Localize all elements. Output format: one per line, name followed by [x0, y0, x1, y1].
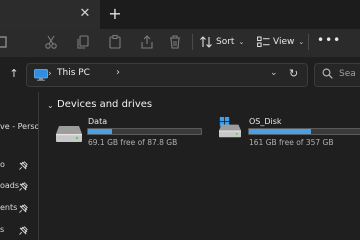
view-button[interactable]: View ⌄ — [257, 33, 304, 51]
nav-item-onedrive[interactable]: ve - Perso — [0, 122, 39, 136]
chevron-right-icon[interactable]: › — [116, 67, 120, 78]
chevron-right-icon[interactable]: › — [48, 69, 52, 79]
close-tab-icon[interactable]: ✕ — [78, 7, 92, 21]
sort-label: Sort — [216, 37, 235, 47]
drive-usage-fill — [249, 129, 312, 134]
nav-pane-divider[interactable] — [38, 92, 39, 240]
this-pc-icon — [34, 69, 48, 81]
address-dropdown-icon[interactable]: ⌄ — [270, 68, 278, 78]
delete-icon[interactable] — [167, 35, 183, 49]
chevron-down-icon: ⌄ — [238, 38, 245, 46]
command-separator — [192, 34, 193, 50]
new-item-icon[interactable] — [0, 35, 16, 49]
pin-icon — [19, 161, 28, 170]
search-icon — [322, 68, 333, 79]
view-label: View — [273, 37, 295, 47]
up-arrow-icon[interactable]: ↑ — [8, 67, 20, 81]
command-separator — [308, 34, 309, 50]
drive-name: OS_Disk — [249, 117, 282, 126]
chevron-down-icon: ⌄ — [298, 38, 305, 46]
view-icon — [257, 36, 270, 47]
section-devices-and-drives[interactable]: Devices and drives — [57, 99, 152, 110]
address-path[interactable]: This PC — [57, 68, 90, 78]
drive-usage-bar — [87, 128, 202, 135]
pin-icon — [19, 182, 28, 191]
refresh-icon[interactable]: ↻ — [289, 67, 298, 80]
windows-drive-icon — [219, 117, 241, 138]
more-options-button[interactable]: ••• — [317, 34, 340, 46]
drive-free-space: 161 GB free of 357 GB — [249, 138, 334, 147]
paste-icon[interactable] — [107, 35, 123, 49]
copy-icon[interactable] — [75, 35, 91, 49]
sort-button[interactable]: Sort ⌄ — [200, 33, 244, 51]
hard-drive-icon — [56, 126, 82, 142]
search-placeholder: Sea — [339, 69, 356, 79]
nav-item-pictures[interactable]: s — [0, 225, 4, 239]
nav-item-downloads[interactable]: oads — [0, 181, 19, 195]
cut-icon[interactable] — [43, 35, 59, 49]
drive-usage-bar — [248, 128, 360, 135]
nav-item-documents[interactable]: ents — [0, 203, 17, 217]
nav-item-quick-access[interactable]: o — [0, 160, 5, 174]
new-tab-button[interactable]: + — [107, 5, 123, 23]
share-icon[interactable] — [139, 35, 155, 49]
drive-free-space: 69.1 GB free of 87.8 GB — [88, 138, 178, 147]
sort-icon — [200, 36, 212, 48]
chevron-down-icon[interactable]: ⌄ — [47, 101, 54, 110]
drive-name: Data — [88, 117, 108, 126]
pin-icon — [19, 204, 28, 213]
pin-icon — [19, 226, 28, 235]
drive-usage-fill — [88, 129, 113, 134]
